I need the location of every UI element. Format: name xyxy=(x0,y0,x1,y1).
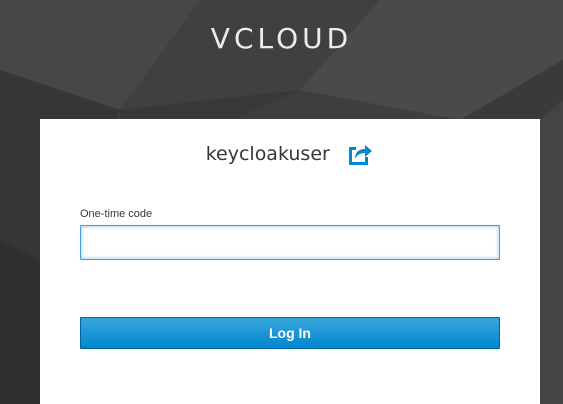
realm-title: VCLOUD xyxy=(210,22,353,55)
login-card: keycloakuser One-time code Log In xyxy=(40,119,540,404)
attempted-username: keycloakuser xyxy=(205,143,330,165)
username-row: keycloakuser xyxy=(40,141,540,171)
otp-input[interactable] xyxy=(80,225,500,260)
otp-label: One-time code xyxy=(80,208,153,220)
external-link-icon[interactable] xyxy=(346,141,374,167)
login-button[interactable]: Log In xyxy=(80,317,500,349)
